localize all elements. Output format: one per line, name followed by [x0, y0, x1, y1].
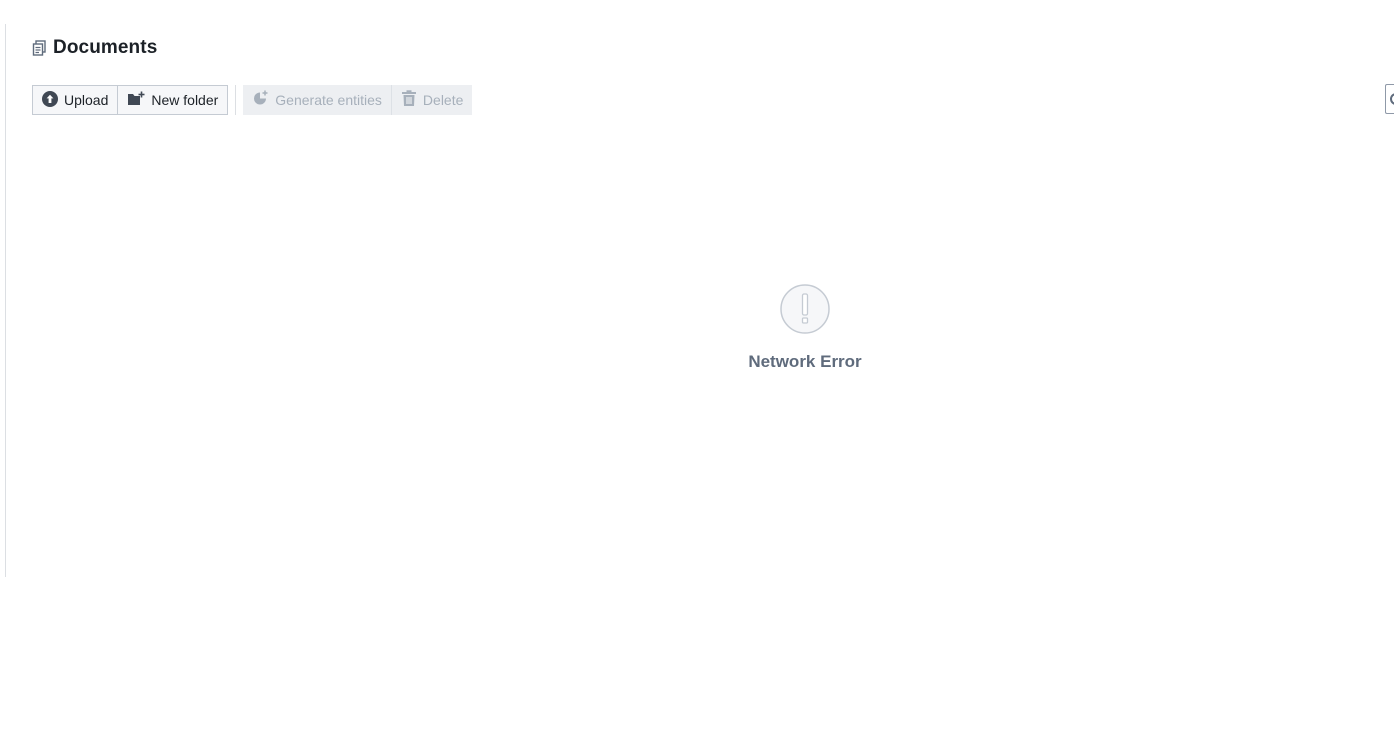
documents-panel: Documents Upload New folder Generate ent… [5, 24, 1394, 577]
upload-label: Upload [64, 92, 109, 108]
search-input-edge[interactable] [1385, 84, 1394, 114]
toolbar-divider [235, 85, 237, 115]
primary-actions-group: Upload New folder [32, 85, 229, 115]
documents-icon [32, 40, 47, 56]
generate-entities-button[interactable]: Generate entities [243, 85, 391, 115]
page-header: Documents [32, 37, 157, 59]
non-ideal-state: Network Error [747, 284, 863, 372]
selection-actions-group: Generate entities Delete [243, 85, 473, 115]
error-message: Network Error [748, 352, 862, 371]
new-folder-button[interactable]: New folder [117, 85, 229, 115]
search-icon [1390, 93, 1394, 105]
documents-toolbar: Upload New folder Generate entities Dele… [32, 85, 473, 115]
new-folder-label: New folder [151, 92, 219, 108]
trash-icon [401, 90, 417, 110]
arrow-up-circle-icon [42, 90, 58, 110]
folder-new-icon [127, 91, 145, 110]
delete-button[interactable]: Delete [390, 85, 473, 115]
page-title: Documents [53, 37, 158, 58]
exclamation-circle-icon [780, 284, 830, 334]
upload-button[interactable]: Upload [32, 85, 119, 115]
generate-entities-label: Generate entities [275, 92, 382, 108]
generate-entities-icon [252, 90, 269, 110]
delete-label: Delete [422, 92, 464, 108]
